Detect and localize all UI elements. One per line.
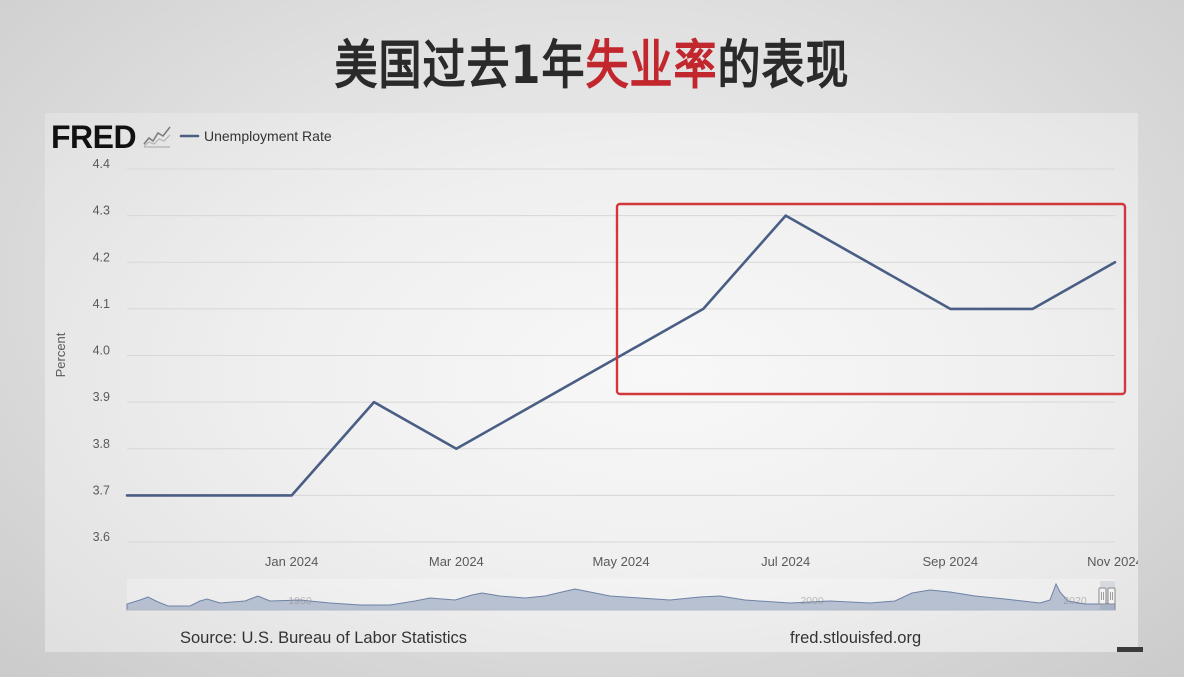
data-point	[207, 493, 211, 497]
fred-chart-panel: FRED Unemployment Rate 3.6 3.7 3.8 3.9 4.0 4.…	[45, 113, 1138, 652]
x-tick-label: May 2024	[592, 554, 649, 569]
y-tick-label: 4.4	[93, 157, 110, 171]
navigator-year-label: 1960	[288, 595, 312, 607]
data-point	[125, 493, 129, 497]
data-point	[290, 493, 294, 497]
data-point	[537, 400, 541, 404]
x-tick-label: Mar 2024	[429, 554, 484, 569]
y-tick-label: 3.9	[93, 390, 110, 404]
legend-label: Unemployment Rate	[204, 128, 332, 144]
x-axis-ticks: Jan 2024 Mar 2024 May 2024 Jul 2024 Sep 2024…	[265, 554, 1138, 569]
data-point	[372, 400, 376, 404]
data-point	[866, 260, 870, 264]
data-point	[948, 307, 952, 311]
y-axis-ticks: 3.6 3.7 3.8 3.9 4.0 4.1 4.2 4.3 4.4	[93, 157, 110, 544]
x-tick-label: Sep 2024	[922, 554, 978, 569]
title-highlight: 失业率	[585, 35, 718, 97]
y-axis-title: Percent	[53, 332, 68, 377]
navigator: 1960 2000 2020	[126, 579, 1116, 611]
navigator-handle-right[interactable]	[1107, 587, 1116, 605]
title-suffix: 的表现	[717, 35, 850, 97]
y-tick-label: 3.8	[93, 437, 110, 451]
x-tick-label: Nov 2024	[1087, 554, 1138, 569]
x-tick-label: Jan 2024	[265, 554, 319, 569]
source-note: Source: U.S. Bureau of Labor Statistics	[180, 629, 467, 647]
data-point	[784, 214, 788, 218]
navigator-handle-left[interactable]	[1098, 587, 1107, 605]
overlay-bar	[1117, 647, 1143, 652]
source-website: fred.stlouisfed.org	[790, 629, 921, 647]
fred-logo: FRED	[51, 119, 171, 155]
x-tick-label: Jul 2024	[761, 554, 810, 569]
data-point	[1113, 260, 1117, 264]
title-prefix: 美国过去1年	[334, 35, 586, 97]
page-title: 美国过去1年失业率的表现	[0, 31, 1184, 102]
y-tick-label: 4.3	[93, 204, 110, 218]
y-tick-label: 3.7	[93, 483, 110, 497]
legend: Unemployment Rate	[179, 128, 332, 144]
y-tick-label: 4.1	[93, 297, 110, 311]
navigator-year-label: 2000	[800, 595, 824, 607]
navigator-year-label: 2020	[1063, 595, 1087, 607]
fred-graph-icon	[143, 126, 171, 148]
data-point	[1031, 307, 1035, 311]
data-point	[619, 354, 623, 358]
y-tick-label: 4.2	[93, 250, 110, 264]
data-point	[454, 447, 458, 451]
y-tick-label: 3.6	[93, 530, 110, 544]
y-tick-label: 4.0	[93, 344, 110, 358]
fred-logo-text: FRED	[51, 119, 136, 155]
data-point	[701, 307, 705, 311]
chart-svg: FRED Unemployment Rate 3.6 3.7 3.8 3.9 4.0 4.…	[51, 119, 1138, 647]
